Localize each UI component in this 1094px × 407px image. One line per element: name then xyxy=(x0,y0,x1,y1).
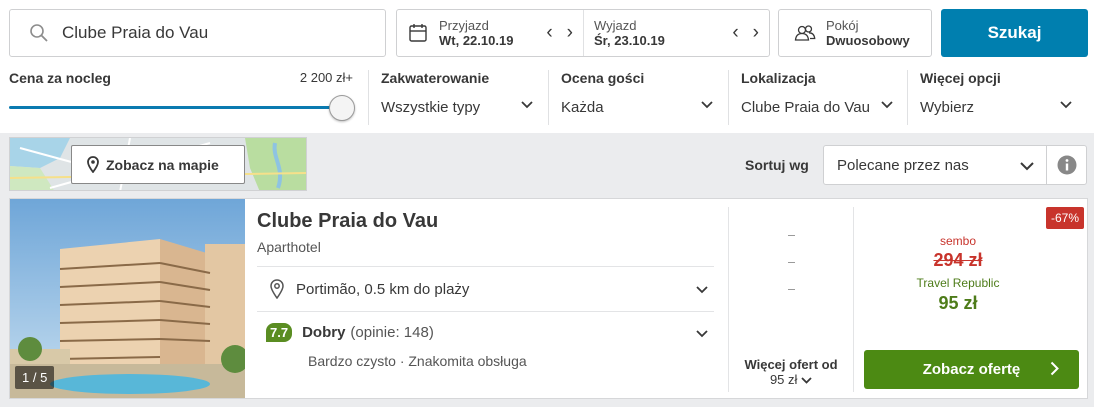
hotel-location-text: Portimão, 0.5 km do plaży xyxy=(296,280,470,298)
price-filter[interactable]: Cena za nocleg 2 200 zł+ xyxy=(9,70,355,121)
filter-divider xyxy=(728,70,729,125)
info-icon xyxy=(1057,155,1076,175)
calendar-icon xyxy=(409,24,427,42)
more-options-label: Więcej opcji xyxy=(920,70,1001,86)
photo-counter: 1 / 5 xyxy=(15,366,55,389)
checkout-label: Wyjazd xyxy=(594,18,637,33)
filter-divider xyxy=(907,70,908,125)
divider xyxy=(728,207,729,392)
checkout-next-icon[interactable]: › xyxy=(753,23,759,42)
chevron-down-icon[interactable] xyxy=(696,330,708,338)
filter-divider xyxy=(368,70,369,125)
rating-value: Każda xyxy=(561,99,604,116)
review-highlights: Bardzo czysto · Znakomita obsługa xyxy=(308,353,527,369)
offer-provider: Travel Republic xyxy=(916,276,1000,290)
location-value: Clube Praia do Vau xyxy=(741,99,870,116)
rooms-value: Dwuosobowy xyxy=(826,33,910,48)
hotel-name[interactable]: Clube Praia do Vau xyxy=(257,210,438,233)
chevron-down-icon[interactable] xyxy=(696,286,708,294)
sort-label: Sortuj wg xyxy=(745,157,809,173)
empty-offers-placeholder xyxy=(788,235,796,316)
more-options-filter[interactable]: Więcej opcji Wybierz xyxy=(920,70,1075,122)
rating-filter[interactable]: Ocena gości Każda xyxy=(561,70,716,122)
filter-bar: Cena za nocleg 2 200 zł+ Zakwaterowanie … xyxy=(0,70,1094,125)
discount-badge: -67% xyxy=(1046,207,1085,229)
accommodation-label: Zakwaterowanie xyxy=(381,70,490,86)
divider xyxy=(257,266,714,267)
chevron-right-icon xyxy=(1050,361,1059,376)
chevron-down-icon xyxy=(701,101,713,109)
accommodation-filter[interactable]: Zakwaterowanie Wszystkie typy xyxy=(381,70,536,122)
sort-select[interactable]: Polecane przez nas xyxy=(823,145,1047,185)
rating-word: Dobry xyxy=(302,324,346,341)
more-options-value: Wybierz xyxy=(920,99,975,116)
filter-divider xyxy=(548,70,549,125)
sort-value: Polecane przez nas xyxy=(837,156,969,174)
price-max-value: 2 200 zł+ xyxy=(299,70,353,85)
map-pin-icon xyxy=(87,156,99,173)
checkin-field[interactable]: Przyjazd Wt, 22.10.19 ‹ › xyxy=(397,10,583,56)
price-slider-track[interactable] xyxy=(9,106,343,109)
chevron-down-icon xyxy=(801,377,812,384)
divider xyxy=(257,311,714,312)
chevron-down-icon xyxy=(521,101,533,109)
guests-icon xyxy=(794,25,816,41)
old-price: 294 zł xyxy=(933,250,983,270)
room-selector[interactable]: Pokój Dwuosobowy xyxy=(778,9,932,57)
best-offer[interactable]: sembo 294 zł Travel Republic 95 zł xyxy=(883,234,1033,314)
hotel-card: 1 / 5 Clube Praia do Vau Aparthotel Port… xyxy=(9,198,1088,399)
date-picker[interactable]: Przyjazd Wt, 22.10.19 ‹ › Wyjazd Śr, 23.… xyxy=(396,9,770,57)
view-offer-label: Zobacz ofertę xyxy=(922,361,1021,378)
chevron-down-icon xyxy=(881,101,893,109)
checkin-prev-icon[interactable]: ‹ xyxy=(546,23,552,42)
view-on-map-label: Zobacz na mapie xyxy=(106,156,219,173)
rating-label: Ocena gości xyxy=(561,70,645,86)
offer-source: sembo xyxy=(939,234,977,248)
location-label: Lokalizacja xyxy=(741,70,816,86)
chevron-down-icon xyxy=(1060,101,1072,109)
location-filter[interactable]: Lokalizacja Clube Praia do Vau xyxy=(741,70,896,122)
search-input[interactable] xyxy=(62,23,362,43)
accommodation-value: Wszystkie typy xyxy=(381,99,481,116)
divider xyxy=(853,207,854,392)
checkin-next-icon[interactable]: › xyxy=(567,23,573,42)
view-on-map-button[interactable]: Zobacz na mapie xyxy=(71,145,245,184)
location-pin-icon xyxy=(270,279,284,299)
search-box[interactable] xyxy=(9,9,386,57)
review-count: (opinie: 148) xyxy=(350,324,434,341)
rooms-label: Pokój xyxy=(826,18,859,33)
hotel-location[interactable]: Portimão, 0.5 km do plaży xyxy=(270,279,469,299)
hotel-photo[interactable]: 1 / 5 xyxy=(10,199,245,398)
more-offers-line1: Więcej ofert od xyxy=(744,357,838,372)
view-offer-button[interactable]: Zobacz ofertę xyxy=(864,350,1079,389)
search-icon xyxy=(30,24,48,42)
checkout-prev-icon[interactable]: ‹ xyxy=(732,23,738,42)
hotel-rating[interactable]: 7.7 Dobry (opinie: 148) xyxy=(266,323,434,342)
checkin-label: Przyjazd xyxy=(439,18,489,33)
price-slider-handle[interactable] xyxy=(329,95,355,121)
hotel-type: Aparthotel xyxy=(257,239,321,255)
search-button[interactable]: Szukaj xyxy=(941,9,1088,57)
checkout-value: Śr, 23.10.19 xyxy=(594,33,665,48)
rating-badge: 7.7 xyxy=(266,323,293,342)
sort-info-button[interactable] xyxy=(1046,145,1087,185)
chevron-down-icon xyxy=(1020,162,1034,171)
checkin-value: Wt, 22.10.19 xyxy=(439,33,514,48)
more-offers-price: 95 zł xyxy=(769,372,798,387)
checkout-field[interactable]: Wyjazd Śr, 23.10.19 ‹ › xyxy=(583,10,769,56)
offer-price: 95 zł xyxy=(938,293,978,313)
more-offers-link[interactable]: Więcej ofert od 95 zł xyxy=(730,357,852,387)
